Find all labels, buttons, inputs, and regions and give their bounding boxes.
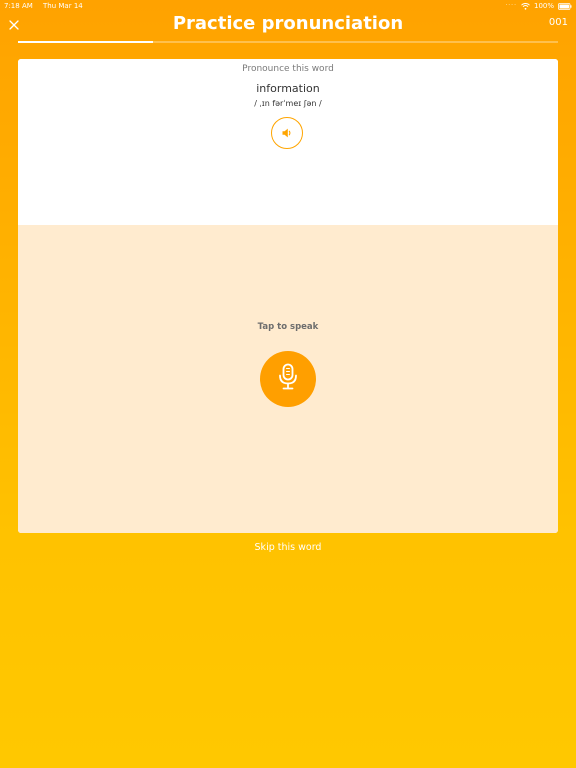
status-right: ···· 100%	[505, 0, 572, 12]
status-left: 7:18 AM Thu Mar 14	[4, 0, 91, 12]
signal-dots-icon: ····	[505, 2, 517, 9]
wifi-icon	[521, 2, 530, 10]
tap-to-speak-label: Tap to speak	[257, 322, 319, 332]
page-title: Practice pronunciation	[172, 13, 404, 34]
progress-fill	[18, 41, 153, 43]
skip-word-link[interactable]: Skip this word	[0, 542, 576, 553]
pronunciation-card: Pronounce this word information / ˌɪn fə…	[18, 59, 558, 533]
instruction-text: Pronounce this word	[242, 64, 334, 74]
speak-panel: Tap to speak	[18, 225, 558, 533]
microphone-button[interactable]	[260, 351, 316, 407]
header: Practice pronunciation 001	[0, 12, 576, 42]
target-word: information	[256, 82, 320, 95]
phonetic-transcription: / ˌɪn fərˈmeɪ ʃən /	[254, 99, 322, 108]
play-audio-button[interactable]	[271, 117, 303, 149]
word-counter: 001	[548, 17, 568, 28]
status-bar: 7:18 AM Thu Mar 14 ···· 100%	[0, 0, 576, 12]
status-date: Thu Mar 14	[43, 2, 83, 10]
word-panel: Pronounce this word information / ˌɪn fə…	[18, 59, 558, 225]
battery-icon	[558, 2, 572, 10]
battery-percent: 100%	[533, 2, 554, 10]
microphone-icon	[277, 363, 299, 395]
progress-bar	[18, 41, 558, 43]
status-time: 7:18 AM	[4, 2, 33, 10]
speaker-icon	[281, 124, 293, 143]
